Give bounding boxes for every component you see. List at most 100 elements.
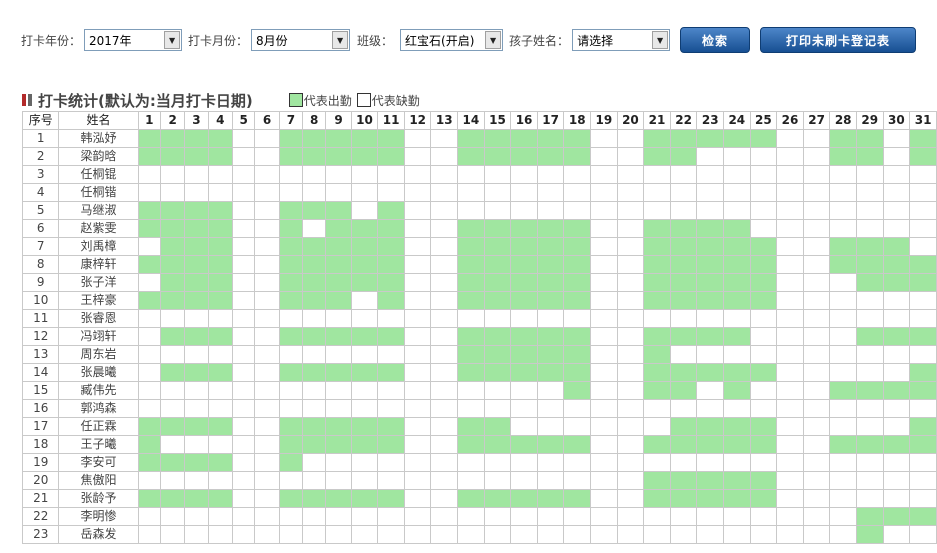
attendance-cell-absent [829,417,857,436]
attendance-cell-present [207,129,233,148]
attendance-cell-present [325,435,352,454]
chevron-down-icon[interactable]: ▼ [164,31,181,49]
year-select[interactable]: 2017年 ▼ [84,29,183,51]
attendance-cell-absent [829,399,857,418]
attendance-cell-absent [643,165,671,184]
chevron-down-icon[interactable]: ▼ [652,31,669,49]
section-title: 打卡统计(默认为:当月打卡日期) [38,91,253,110]
attendance-cell-present [855,381,884,400]
attendance-cell-absent [829,507,857,526]
search-button[interactable]: 检索 [680,27,751,53]
day-header: 5 [231,111,256,130]
attendance-cell-present [563,255,592,274]
attendance-cell-absent [909,345,937,364]
table-row: 1 韩泓妤 [21,129,937,148]
attendance-cell-absent [278,345,304,364]
attendance-cell-absent [696,381,724,400]
day-header: 15 [483,111,512,130]
attendance-cell-present [207,201,233,220]
attendance-cell-present [696,237,724,256]
attendance-cell-absent [231,219,256,238]
month-select[interactable]: 8月份 ▼ [251,29,351,51]
attendance-cell-absent [254,489,280,508]
child-select[interactable]: 请选择 ▼ [572,29,671,51]
attendance-cell-absent [590,291,618,310]
attendance-cell-present [137,129,161,148]
attendance-cell-absent [302,453,327,472]
table-row: 5 马继淑 [21,201,937,220]
attendance-cell-present [723,291,751,310]
attendance-cell-absent [137,165,161,184]
attendance-cell-absent [616,435,645,454]
attendance-cell-absent [350,453,379,472]
attendance-cell-present [749,417,778,436]
attendance-cell-present [643,471,671,490]
attendance-cell-absent [159,165,186,184]
attendance-cell-absent [231,381,256,400]
attendance-cell-absent [403,417,432,436]
attendance-cell-absent [231,417,256,436]
attendance-cell-absent [776,435,804,454]
attendance-cell-present [302,489,327,508]
attendance-cell-present [207,219,233,238]
attendance-cell-absent [510,201,538,220]
attendance-cell-present [137,201,161,220]
attendance-cell-present [510,129,538,148]
attendance-cell-present [207,291,233,310]
attendance-cell-absent [590,219,618,238]
attendance-cell-absent [159,525,186,544]
attendance-cell-absent [254,255,280,274]
attendance-cell-absent [802,165,831,184]
attendance-cell-present [669,147,698,166]
attendance-cell-absent [403,183,432,202]
attendance-cell-present [137,219,161,238]
attendance-cell-absent [802,399,831,418]
attendance-cell-present [377,417,405,436]
attendance-cell-absent [403,507,432,526]
attendance-cell-present [159,417,186,436]
attendance-cell-present [563,381,592,400]
attendance-cell-absent [254,381,280,400]
child-name: 臧伟先 [58,381,139,400]
attendance-cell-present [278,453,304,472]
attendance-cell-absent [137,471,161,490]
attendance-cell-absent [802,147,831,166]
attendance-cell-absent [802,489,831,508]
attendance-cell-absent [184,471,209,490]
attendance-cell-absent [207,183,233,202]
chevron-down-icon[interactable]: ▼ [485,31,502,49]
child-name: 马继淑 [58,201,139,220]
attendance-cell-absent [137,345,161,364]
row-index: 2 [21,147,60,166]
table-row: 20 焦傲阳 [21,471,937,490]
chevron-down-icon[interactable]: ▼ [332,31,349,49]
child-name: 李安可 [58,453,139,472]
row-index: 4 [21,183,60,202]
attendance-cell-present [536,237,565,256]
attendance-cell-absent [802,219,831,238]
attendance-cell-present [457,489,485,508]
attendance-cell-absent [457,399,485,418]
attendance-cell-present [643,255,671,274]
attendance-cell-absent [231,453,256,472]
attendance-cell-absent [254,417,280,436]
attendance-cell-absent [350,309,379,328]
attendance-cell-absent [590,435,618,454]
attendance-cell-absent [510,417,538,436]
row-index: 5 [21,201,60,220]
attendance-cell-present [325,255,352,274]
attendance-cell-present [184,453,209,472]
attendance-cell-present [377,201,405,220]
attendance-cell-absent [590,255,618,274]
day-header: 14 [457,111,485,130]
print-unswiped-button[interactable]: 打印未刷卡登记表 [760,27,917,53]
class-select[interactable]: 红宝石(开启) ▼ [400,29,504,51]
attendance-cell-absent [159,399,186,418]
attendance-cell-present [350,255,379,274]
attendance-cell-present [855,147,884,166]
attendance-cell-present [829,381,857,400]
attendance-cell-absent [159,381,186,400]
attendance-cell-absent [616,345,645,364]
col-header-name: 姓名 [58,111,139,130]
attendance-cell-present [563,435,592,454]
